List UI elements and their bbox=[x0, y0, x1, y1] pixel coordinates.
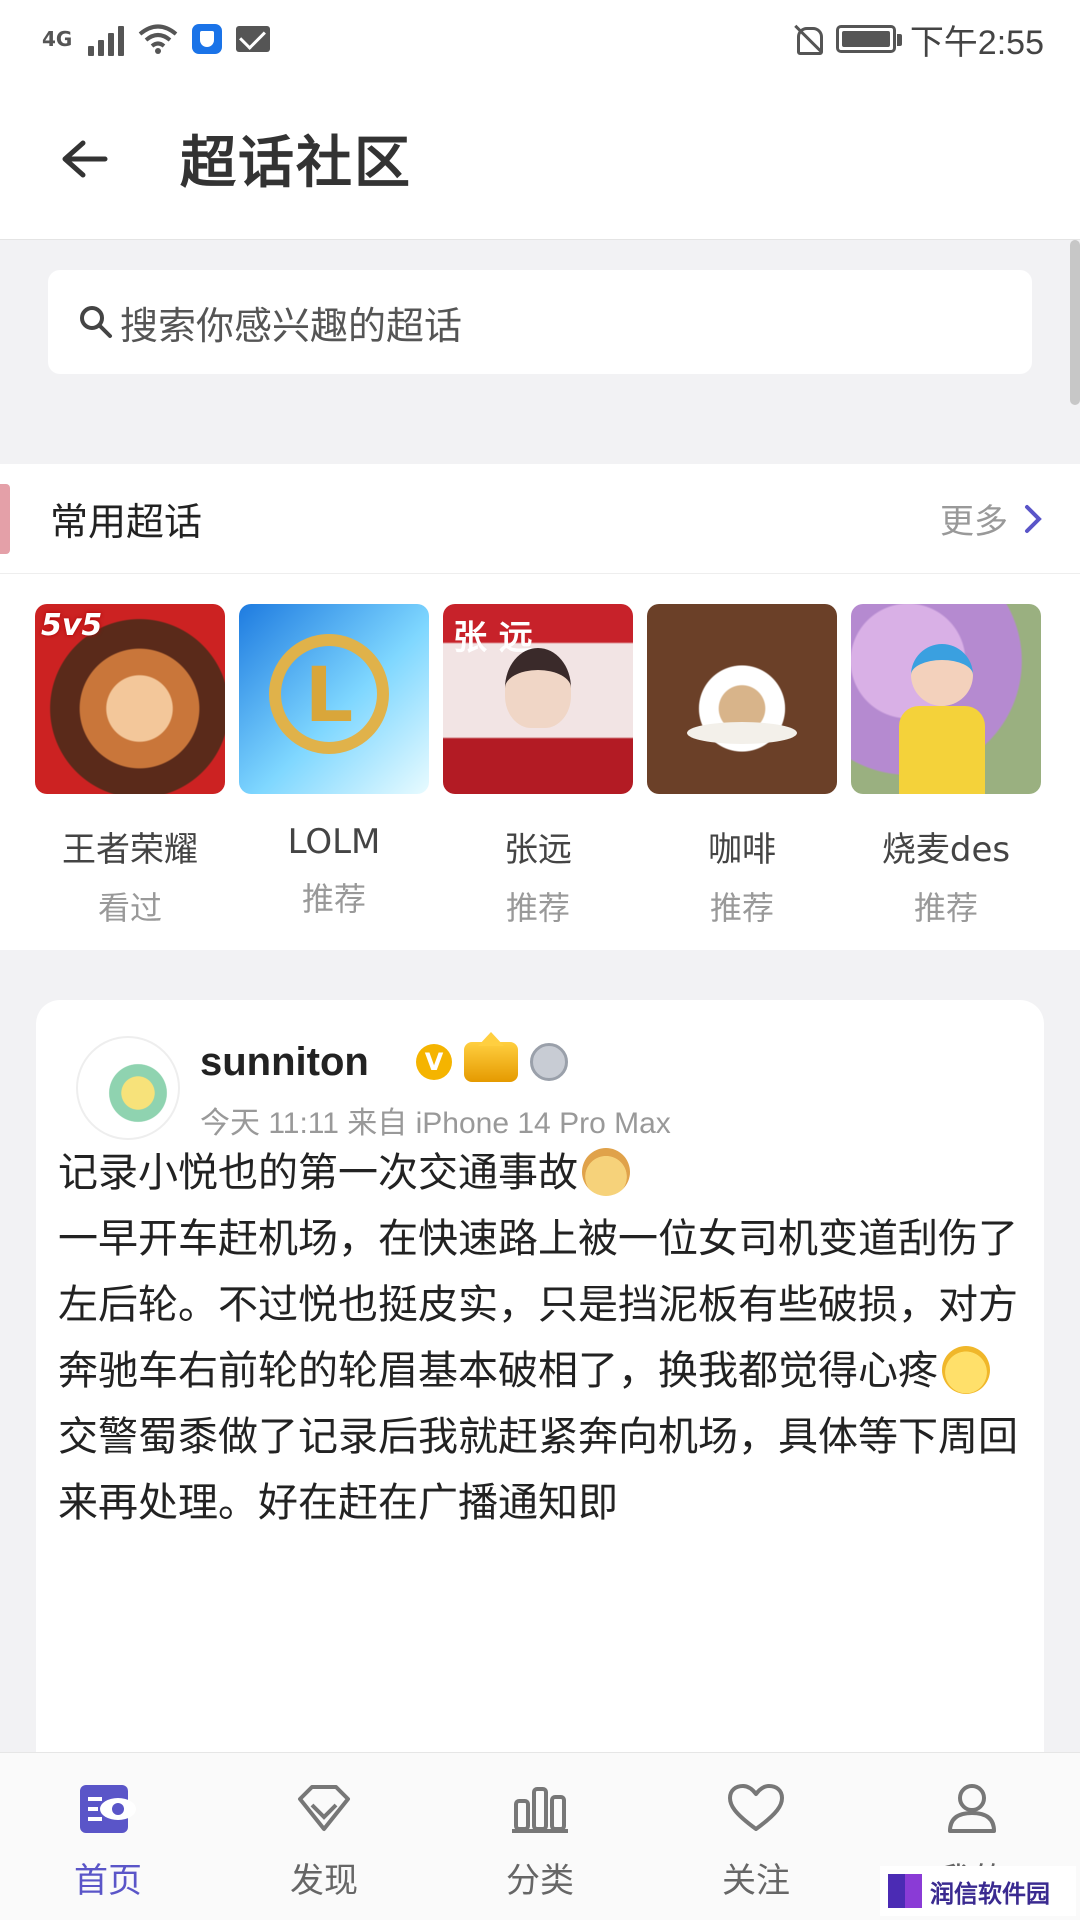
topic-name: 王者荣耀 bbox=[62, 830, 198, 870]
topic-thumb-coffee bbox=[647, 604, 837, 794]
topic-sub: 推荐 bbox=[505, 889, 570, 927]
avatar[interactable] bbox=[76, 1036, 180, 1140]
post-meta: 今天 11:11 来自 iPhone 14 Pro Max bbox=[200, 1107, 671, 1140]
search-input[interactable]: 搜索你感兴趣的超话 bbox=[48, 270, 1032, 374]
topic-name: 张远 bbox=[504, 830, 572, 870]
medal-badge-icon bbox=[530, 1043, 568, 1081]
mute-bell-icon bbox=[792, 23, 823, 55]
crying-emoji-icon bbox=[942, 1346, 990, 1394]
post-body: 记录小悦也的第一次交通事故 一早开车赶机场，在快速路上被一位女司机变道刮伤了左后… bbox=[58, 1140, 1018, 1536]
network-type: 4G bbox=[42, 27, 73, 51]
topic-tiles: 5v5 王者荣耀 看过 L LOLM 推荐 张 远 张远 推荐 咖啡 推荐 烧麦… bbox=[0, 574, 1080, 929]
tab-home[interactable]: 首页 bbox=[0, 1753, 216, 1920]
mail-icon bbox=[236, 26, 271, 52]
child-jacket-icon bbox=[899, 706, 985, 794]
more-label: 更多 bbox=[940, 502, 1008, 542]
post-paragraph: 记录小悦也的第一次交通事故 bbox=[58, 1140, 1018, 1206]
topic-thumb-lolm: L bbox=[239, 604, 429, 794]
topic-thumb-wangzhe: 5v5 bbox=[35, 604, 225, 794]
coffee-cup-icon bbox=[687, 722, 797, 744]
topic-name: 烧麦des bbox=[881, 830, 1011, 870]
topic-tile-zhangyuan[interactable]: 张 远 张远 推荐 bbox=[443, 604, 633, 929]
topic-thumb-zhangyuan: 张 远 bbox=[443, 604, 633, 794]
child-photo-icon bbox=[911, 644, 973, 706]
topic-tile-coffee[interactable]: 咖啡 推荐 bbox=[647, 604, 837, 929]
status-time: 下午2:55 bbox=[909, 23, 1044, 62]
topic-tile-shaomai[interactable]: 烧麦des 推荐 bbox=[851, 604, 1041, 929]
battery-icon bbox=[835, 25, 902, 53]
search-section: 搜索你感兴趣的超话 bbox=[0, 240, 1080, 462]
topic-badge-lolm: L bbox=[269, 634, 389, 754]
topic-badge-zhangyuan: 张 远 bbox=[453, 618, 533, 658]
home-eye-icon bbox=[76, 1779, 140, 1839]
person-portrait-icon bbox=[505, 648, 571, 728]
back-button[interactable] bbox=[44, 119, 124, 199]
tab-label: 分类 bbox=[506, 1861, 574, 1901]
topic-tile-lolm[interactable]: L LOLM 推荐 bbox=[239, 604, 429, 929]
shield-icon bbox=[192, 24, 223, 54]
status-bar: 4G 下午2:55 bbox=[0, 0, 1080, 78]
status-left: 4G bbox=[42, 22, 271, 56]
tab-label: 关注 bbox=[722, 1861, 790, 1901]
search-placeholder: 搜索你感兴趣的超话 bbox=[120, 303, 463, 348]
app-header: 超话社区 bbox=[0, 78, 1080, 240]
topic-name: 咖啡 bbox=[708, 830, 776, 870]
topic-name: LOLM bbox=[287, 822, 381, 862]
post-paragraph: 一早开车赶机场，在快速路上被一位女司机变道刮伤了左后轮。不过悦也挺皮实，只是挡泥… bbox=[58, 1216, 1018, 1394]
tab-category[interactable]: 分类 bbox=[432, 1753, 648, 1920]
bars-icon bbox=[508, 1779, 572, 1839]
heart-icon bbox=[724, 1779, 788, 1839]
topic-sub: 推荐 bbox=[913, 889, 978, 927]
topic-badge-wangzhe: 5v5 bbox=[41, 608, 103, 643]
status-right: 下午2:55 bbox=[792, 15, 1044, 64]
frequent-topics-section: 常用超话 更多 5v5 王者荣耀 看过 L LOLM 推荐 张 远 张远 推荐 … bbox=[0, 464, 1080, 950]
topic-sub: 看过 bbox=[97, 889, 162, 927]
tab-label: 首页 bbox=[74, 1861, 142, 1901]
tab-follow[interactable]: 关注 bbox=[648, 1753, 864, 1920]
topic-thumb-shaomai bbox=[851, 604, 1041, 794]
scrollbar[interactable] bbox=[1070, 240, 1080, 405]
topic-sub: 推荐 bbox=[709, 889, 774, 927]
tab-discover[interactable]: 发现 bbox=[216, 1753, 432, 1920]
topic-sub: 推荐 bbox=[301, 880, 366, 918]
user-badges: V bbox=[416, 1032, 568, 1082]
tab-label: 发现 bbox=[290, 1861, 358, 1901]
person-icon bbox=[940, 1779, 1004, 1839]
chevron-right-icon bbox=[1025, 504, 1042, 533]
watermark-text: 润信软件园 bbox=[930, 1879, 1050, 1908]
back-arrow-icon bbox=[62, 140, 108, 177]
post-username[interactable]: sunniton bbox=[200, 1040, 369, 1085]
verified-badge-icon: V bbox=[416, 1044, 452, 1080]
more-link[interactable]: 更多 bbox=[940, 494, 1042, 543]
section-marker bbox=[0, 484, 10, 554]
crown-badge-icon bbox=[464, 1032, 518, 1082]
doge-emoji-icon bbox=[582, 1148, 630, 1196]
diamond-icon bbox=[292, 1779, 356, 1839]
topic-tile-wangzhe[interactable]: 5v5 王者荣耀 看过 bbox=[35, 604, 225, 929]
page-title: 超话社区 bbox=[180, 131, 412, 196]
wifi-icon bbox=[139, 24, 178, 54]
section-title: 常用超话 bbox=[50, 500, 203, 544]
post-paragraph: 交警蜀黍做了记录后我就赶紧奔向机场，具体等下周回来再处理。好在赶在广播通知即 bbox=[58, 1414, 1018, 1526]
watermark-logo-icon bbox=[888, 1874, 922, 1908]
search-icon bbox=[80, 306, 112, 338]
frequent-topics-header: 常用超话 更多 bbox=[0, 464, 1080, 574]
signal-icon bbox=[88, 22, 125, 56]
watermark: 润信软件园 bbox=[880, 1866, 1076, 1916]
post-card[interactable]: sunniton V 今天 11:11 来自 iPhone 14 Pro Max… bbox=[36, 1000, 1044, 1760]
